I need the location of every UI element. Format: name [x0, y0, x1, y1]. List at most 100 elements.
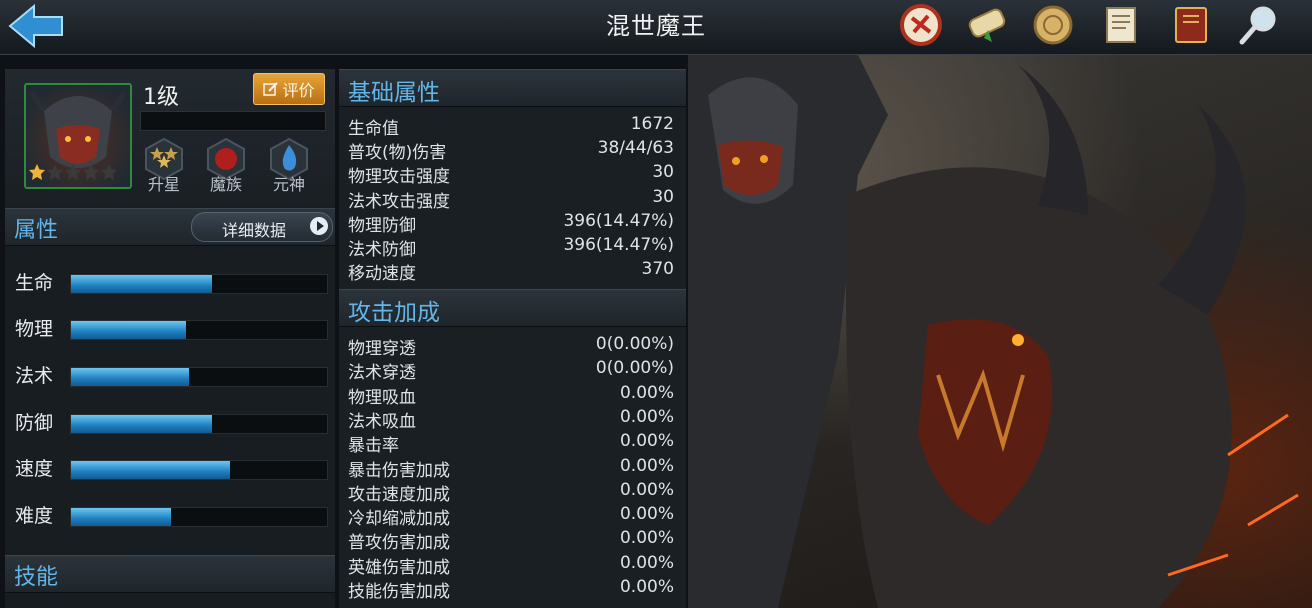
stat-bar-track [70, 274, 328, 294]
stat-bar-fill [71, 368, 189, 386]
stat-bar-track [70, 367, 328, 387]
hero-artwork [688, 55, 1312, 608]
attribute-name: 英雄伤害加成 [348, 557, 450, 578]
attribute-value: 0.00% [619, 577, 674, 597]
attribute-row: 法术穿透 0(0.00%) [339, 356, 686, 384]
attribute-panel: 基础属性 生命值 1672 普攻(物)伤害 38/44/63 物理攻击强度 30 法术攻击强… [339, 69, 686, 608]
edit-icon [263, 82, 279, 96]
stat-bar-fill [71, 508, 171, 526]
attribute-value: 0.00% [619, 504, 674, 525]
top-bar: 混世魔王 [0, 0, 1312, 55]
attribute-row: 法术攻击强度 30 [339, 185, 686, 212]
attributes-title: 属性 [14, 218, 59, 243]
stat-row: 生命 [5, 265, 335, 295]
attribute-value: 30 [652, 186, 674, 207]
document-button[interactable] [1096, 2, 1146, 48]
battle-seal-button[interactable] [896, 2, 946, 48]
skills-header[interactable]: 技能 [5, 555, 335, 593]
hero-card: 1级 评价 升星 魔族 元神 [5, 69, 335, 207]
stat-name: 难度 [15, 505, 54, 527]
attribute-row: 暴击伤害加成 0.00% [339, 454, 686, 481]
attribute-row: 普攻伤害加成 0.00% [339, 526, 686, 554]
stat-row: 法术 [5, 358, 335, 388]
play-arrow-icon [310, 217, 328, 235]
magnifier-icon [1239, 6, 1276, 45]
attribute-row: 物理攻击强度 30 [339, 160, 686, 187]
document-icon [1106, 7, 1136, 43]
base-attributes-title: 基础属性 [348, 80, 440, 106]
skills-title: 技能 [14, 565, 59, 590]
stat-name: 生命 [15, 272, 54, 294]
attribute-value: 0.00% [619, 528, 674, 549]
battle-seal-icon [900, 4, 942, 46]
experience-bar [140, 111, 326, 131]
attributes-header: 属性 详细数据 [5, 208, 335, 246]
attribute-value: 396(14.47%) [563, 210, 674, 231]
attribute-value: 1672 [630, 114, 674, 134]
attribute-row: 冷却缩减加成 0.00% [339, 502, 686, 530]
attribute-value: 0(0.00%) [595, 358, 674, 379]
stat-bar-track [70, 320, 328, 340]
attribute-name: 物理穿透 [348, 339, 416, 359]
attribute-value: 0.00% [619, 479, 674, 500]
attribute-value: 370 [641, 259, 674, 280]
rate-button-label: 评价 [282, 81, 315, 100]
attribute-name: 技能伤害加成 [348, 582, 450, 602]
stat-row: 速度 [5, 451, 335, 481]
attribute-name: 法术穿透 [348, 363, 416, 384]
badge-label: 魔族 [209, 175, 242, 194]
badge-label: 元神 [272, 175, 305, 194]
stat-row: 防御 [5, 405, 335, 435]
scroll-button[interactable] [962, 2, 1012, 48]
attribute-name: 普攻伤害加成 [348, 533, 450, 554]
attribute-row: 生命值 1672 [339, 112, 686, 139]
attribute-row: 物理吸血 0.00% [339, 381, 686, 408]
attribute-name: 物理吸血 [348, 387, 416, 408]
attribute-value: 0.00% [619, 406, 674, 427]
attribute-name: 暴击率 [348, 436, 399, 457]
attribute-value: 0.00% [619, 552, 674, 573]
hero-portrait[interactable] [24, 83, 132, 189]
attribute-row: 暴击率 0.00% [339, 429, 686, 457]
attribute-row: 英雄伤害加成 0.00% [339, 551, 686, 578]
stat-bar-track [70, 507, 328, 527]
attribute-name: 攻击速度加成 [348, 484, 450, 505]
attribute-name: 移动速度 [348, 264, 416, 285]
stat-bar-track [70, 414, 328, 434]
attribute-value: 0.00% [619, 431, 674, 452]
attribute-row: 法术防御 396(14.47%) [339, 233, 686, 260]
attribute-value: 30 [652, 162, 674, 183]
stat-name: 防御 [15, 412, 54, 434]
attribute-name: 冷却缩减加成 [348, 509, 450, 530]
attribute-row: 法术吸血 0.00% [339, 405, 686, 432]
stat-name: 法术 [15, 365, 54, 387]
stat-name: 物理 [15, 318, 54, 340]
attack-bonus-header: 攻击加成 [339, 289, 686, 327]
left-panel: 1级 评价 升星 魔族 元神 属性 详细数据 生命 物理 法术 防御 速度 难度… [5, 69, 335, 608]
scroll-icon [968, 8, 1006, 42]
rate-button[interactable]: 评价 [253, 73, 325, 105]
badge-spirit[interactable]: 元神 [263, 137, 315, 195]
attribute-value: 0(0.00%) [595, 334, 674, 354]
attribute-row: 物理穿透 0(0.00%) [339, 332, 686, 359]
stat-bar-track [70, 460, 328, 480]
badge-demon-clan[interactable]: 魔族 [200, 137, 252, 195]
stat-bar-fill [71, 275, 212, 293]
book-button[interactable] [1166, 2, 1216, 48]
attribute-row: 移动速度 370 [339, 257, 686, 285]
attribute-name: 暴击伤害加成 [348, 460, 450, 481]
search-button[interactable] [1234, 2, 1284, 48]
attribute-row: 攻击速度加成 0.00% [339, 478, 686, 505]
attribute-row: 物理防御 396(14.47%) [339, 209, 686, 236]
detail-data-button[interactable]: 详细数据 [191, 212, 333, 242]
attribute-value: 38/44/63 [597, 138, 674, 159]
badge-label: 升星 [147, 175, 180, 194]
stat-bar-fill [71, 321, 187, 339]
badge-star-upgrade[interactable]: 升星 [138, 137, 190, 195]
detail-data-label: 详细数据 [222, 221, 287, 240]
attribute-value: 0.00% [619, 382, 674, 403]
stat-bar-fill [71, 415, 212, 433]
hero-art-illustration [688, 55, 1299, 608]
book-icon [1175, 7, 1207, 43]
coin-button[interactable] [1028, 2, 1078, 48]
